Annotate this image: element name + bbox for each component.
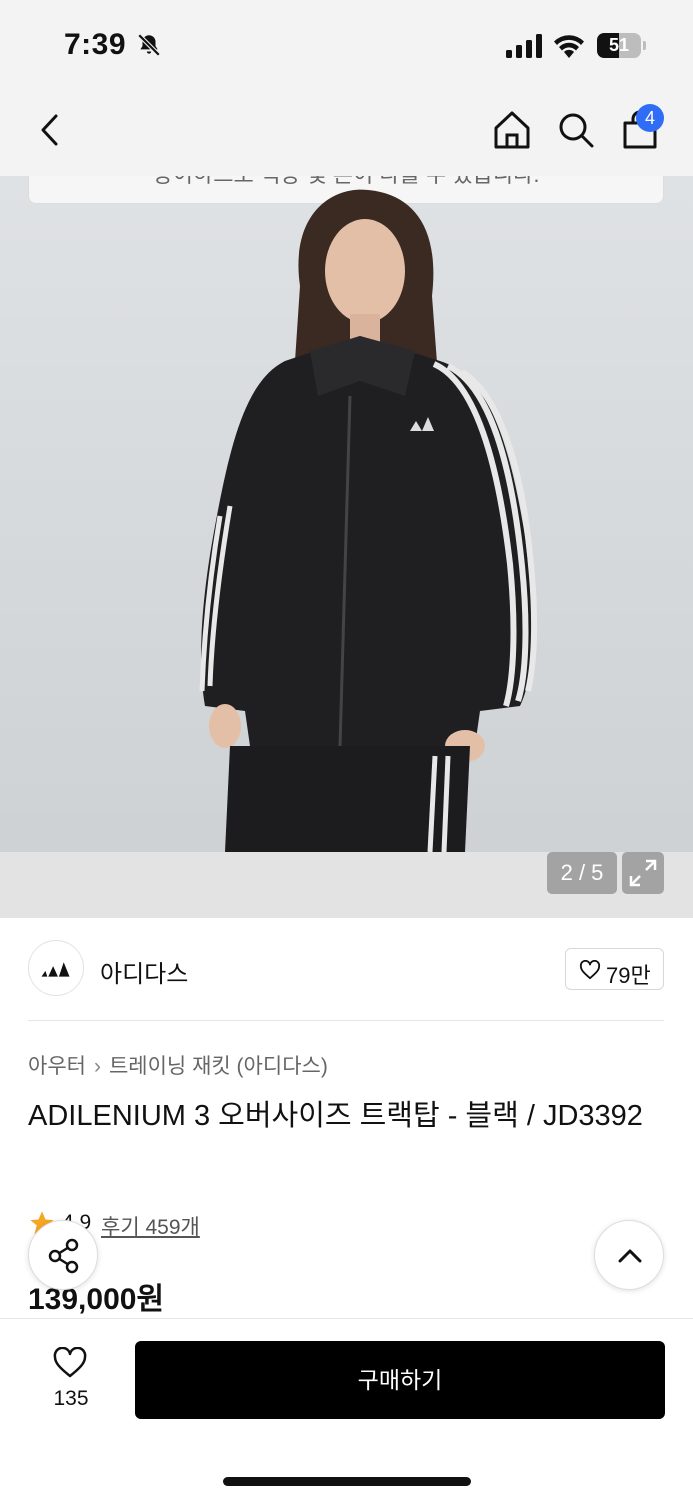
home-icon[interactable] — [490, 108, 534, 152]
model-photo — [199, 189, 538, 852]
nav-bar — [0, 90, 693, 176]
back-button[interactable] — [28, 108, 72, 152]
chevron-right-icon: › — [93, 1055, 101, 1078]
battery-tip — [643, 41, 646, 50]
divider — [28, 1020, 664, 1021]
adidas-logo — [28, 940, 84, 996]
brand-row[interactable]: 아디다스 79만 — [0, 918, 693, 1020]
brand-like-button[interactable]: 79만 — [565, 948, 664, 990]
chevron-up-icon — [618, 1249, 642, 1263]
cart-badge: 4 — [636, 104, 664, 132]
signal-icon — [506, 34, 542, 58]
expand-icon[interactable] — [622, 852, 664, 894]
product-image[interactable]: 상이하므로 색상 및 톤이 다를 수 있습니다. 2 / 5 — [0, 176, 693, 918]
buy-button[interactable]: 구매하기 — [135, 1341, 665, 1419]
battery-level: 51 — [608, 35, 630, 55]
wifi-icon — [554, 35, 584, 58]
share-button[interactable] — [28, 1220, 98, 1290]
wishlist-button[interactable]: 135 — [40, 1343, 102, 1413]
status-bar: 7:39 51 — [0, 0, 693, 90]
bottom-bar: 135 구매하기 — [0, 1318, 693, 1500]
review-link[interactable]: 후기 459개 — [101, 1211, 200, 1241]
share-icon — [48, 1238, 79, 1274]
bell-slash-icon — [137, 33, 161, 57]
image-counter: 2 / 5 — [547, 852, 617, 894]
brand-like-count: 79만 — [606, 963, 651, 988]
battery-icon: 51 — [597, 33, 647, 58]
battery-body: 51 — [597, 33, 641, 58]
search-icon[interactable] — [554, 108, 598, 152]
breadcrumb-item-category[interactable]: 아우터 — [28, 1055, 86, 1078]
product-title: ADILENIUM 3 오버사이즈 트랙탑 - 블랙 / JD3392 — [28, 1100, 643, 1132]
heart-icon — [579, 960, 601, 980]
status-time: 7:39 — [64, 28, 127, 61]
heart-icon — [53, 1347, 87, 1378]
breadcrumb-item-subcategory[interactable]: 트레이닝 재킷 (아디다스) — [109, 1055, 328, 1078]
scroll-top-button[interactable] — [594, 1220, 664, 1290]
breadcrumb: 아우터 › 트레이닝 재킷 (아디다스) — [28, 1050, 328, 1080]
wishlist-count: 135 — [53, 1387, 89, 1410]
home-indicator — [223, 1477, 471, 1486]
brand-name: 아디다스 — [100, 961, 189, 988]
